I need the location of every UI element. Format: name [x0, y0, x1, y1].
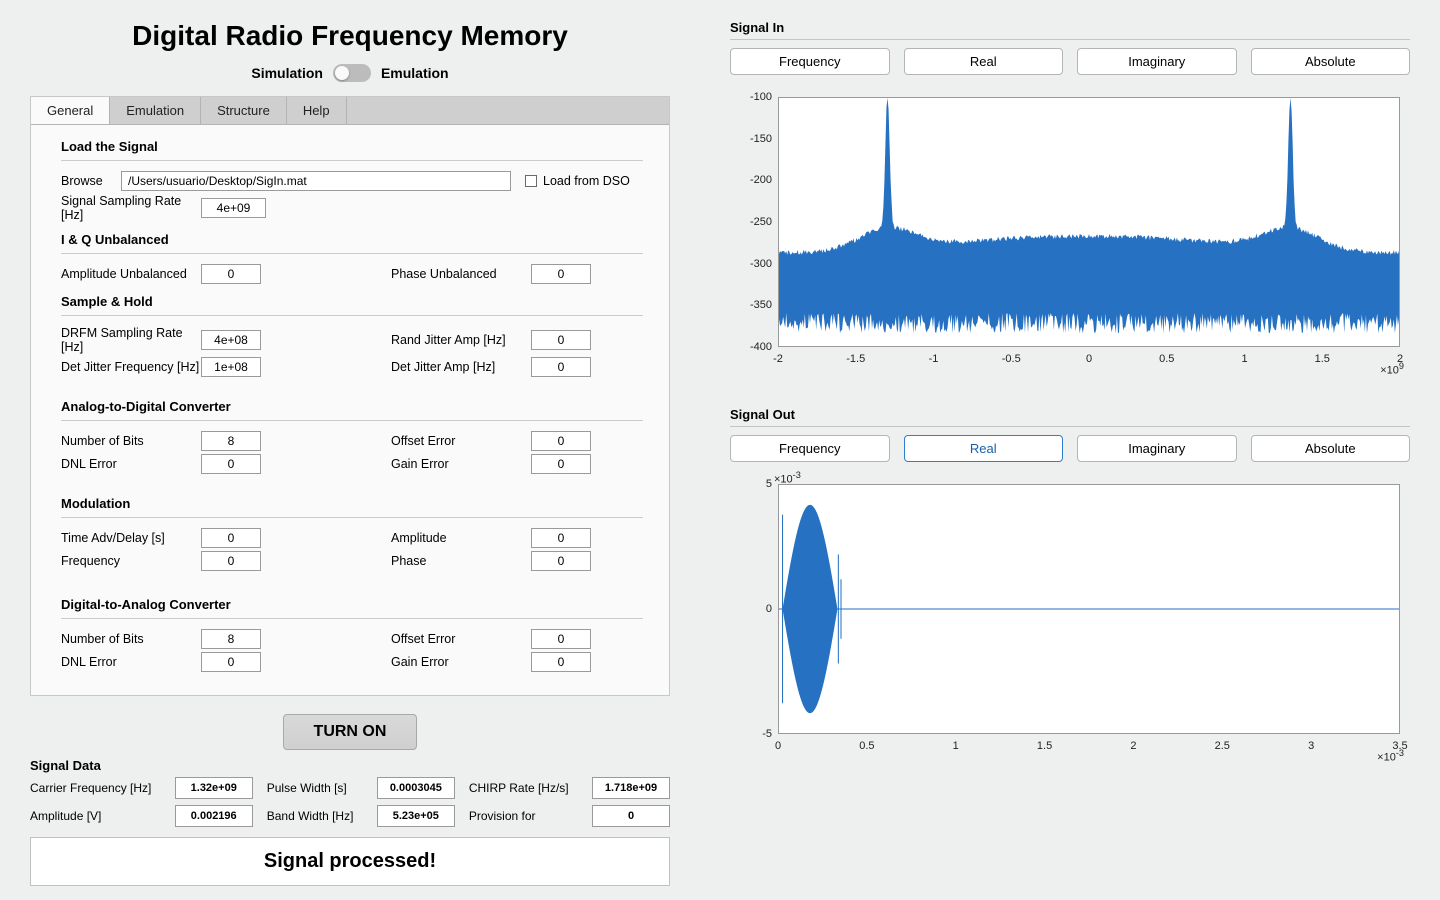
- adc-gain-label: Gain Error: [391, 457, 531, 471]
- signal-srate-input[interactable]: [201, 198, 266, 218]
- mod-amp-input[interactable]: [531, 528, 591, 548]
- sh-dsr-label: DRFM Sampling Rate [Hz]: [61, 326, 201, 354]
- section-iq-title: I & Q Unbalanced: [61, 232, 643, 247]
- sd-amp-label: Amplitude [V]: [30, 809, 161, 823]
- adc-gain-input[interactable]: [531, 454, 591, 474]
- tab-spacer: [347, 97, 669, 124]
- section-mod-title: Modulation: [61, 496, 643, 511]
- adc-dnl-label: DNL Error: [61, 457, 201, 471]
- dac-off-label: Offset Error: [391, 632, 531, 646]
- adc-bits-input[interactable]: [201, 431, 261, 451]
- sigout-btn-frequency[interactable]: Frequency: [730, 435, 890, 462]
- sd-prov-label: Provision for: [469, 809, 578, 823]
- sigout-btn-real[interactable]: Real: [904, 435, 1064, 462]
- adc-dnl-input[interactable]: [201, 454, 261, 474]
- dac-bits-label: Number of Bits: [61, 632, 201, 646]
- signal-in-title: Signal In: [730, 20, 1410, 35]
- sigout-btn-imaginary[interactable]: Imaginary: [1077, 435, 1237, 462]
- sd-chirp-label: CHIRP Rate [Hz/s]: [469, 781, 578, 795]
- adc-off-label: Offset Error: [391, 434, 531, 448]
- sh-djf-label: Det Jitter Frequency [Hz]: [61, 360, 201, 374]
- mod-phase-label: Phase: [391, 554, 531, 568]
- signal-path-input[interactable]: [121, 171, 511, 191]
- signal-out-plot: ×10-3 ×10-3 -50500.511.522.533.5: [730, 474, 1410, 764]
- sh-djf-input[interactable]: [201, 357, 261, 377]
- sigin-btn-imaginary[interactable]: Imaginary: [1077, 48, 1237, 75]
- mod-freq-label: Frequency: [61, 554, 201, 568]
- adc-off-input[interactable]: [531, 431, 591, 451]
- mode-emulation-label: Emulation: [381, 65, 449, 81]
- main-tabs: General Emulation Structure Help Load th…: [30, 96, 670, 696]
- adc-bits-label: Number of Bits: [61, 434, 201, 448]
- sigout-btn-absolute[interactable]: Absolute: [1251, 435, 1411, 462]
- mode-toggle[interactable]: [333, 64, 371, 82]
- iq-phase-input[interactable]: [531, 264, 591, 284]
- sd-bw-value: 5.23e+05: [377, 805, 455, 827]
- turn-on-button[interactable]: TURN ON: [283, 714, 418, 750]
- status-bar: Signal processed!: [30, 837, 670, 886]
- mod-freq-input[interactable]: [201, 551, 261, 571]
- tab-help[interactable]: Help: [287, 97, 347, 124]
- iq-amp-input[interactable]: [201, 264, 261, 284]
- mod-time-label: Time Adv/Delay [s]: [61, 531, 201, 545]
- sd-cf-value: 1.32e+09: [175, 777, 253, 799]
- page-title: Digital Radio Frequency Memory: [30, 20, 670, 52]
- sd-prov-value: 0: [592, 805, 670, 827]
- section-dac-title: Digital-to-Analog Converter: [61, 597, 643, 612]
- section-adc-title: Analog-to-Digital Converter: [61, 399, 643, 414]
- section-sh-title: Sample & Hold: [61, 294, 643, 309]
- sd-pw-label: Pulse Width [s]: [267, 781, 363, 795]
- sigin-btn-frequency[interactable]: Frequency: [730, 48, 890, 75]
- tab-emulation[interactable]: Emulation: [110, 97, 201, 124]
- section-load-title: Load the Signal: [61, 139, 643, 154]
- sh-dja-input[interactable]: [531, 357, 591, 377]
- dac-bits-input[interactable]: [201, 629, 261, 649]
- sd-cf-label: Carrier Frequency [Hz]: [30, 781, 161, 795]
- load-dso-checkbox[interactable]: [525, 175, 537, 187]
- sd-pw-value: 0.0003045: [377, 777, 455, 799]
- signal-data-title: Signal Data: [30, 758, 670, 773]
- browse-label[interactable]: Browse: [61, 174, 121, 188]
- dac-gain-input[interactable]: [531, 652, 591, 672]
- signal-out-title: Signal Out: [730, 407, 1410, 422]
- signal-srate-label: Signal Sampling Rate [Hz]: [61, 194, 201, 222]
- tab-general[interactable]: General: [31, 97, 110, 124]
- dac-gain-label: Gain Error: [391, 655, 531, 669]
- mod-time-input[interactable]: [201, 528, 261, 548]
- sd-chirp-value: 1.718e+09: [592, 777, 670, 799]
- sigin-btn-absolute[interactable]: Absolute: [1251, 48, 1411, 75]
- sh-dja-label: Det Jitter Amp [Hz]: [391, 360, 531, 374]
- tab-structure[interactable]: Structure: [201, 97, 287, 124]
- sd-bw-label: Band Width [Hz]: [267, 809, 363, 823]
- sd-amp-value: 0.002196: [175, 805, 253, 827]
- signal-data-grid: Carrier Frequency [Hz] 1.32e+09 Pulse Wi…: [30, 777, 670, 827]
- iq-phase-label: Phase Unbalanced: [391, 267, 531, 281]
- load-dso-label: Load from DSO: [543, 174, 630, 188]
- mod-amp-label: Amplitude: [391, 531, 531, 545]
- sh-rja-input[interactable]: [531, 330, 591, 350]
- dac-off-input[interactable]: [531, 629, 591, 649]
- dac-dnl-input[interactable]: [201, 652, 261, 672]
- sh-rja-label: Rand Jitter Amp [Hz]: [391, 333, 531, 347]
- sigin-btn-real[interactable]: Real: [904, 48, 1064, 75]
- dac-dnl-label: DNL Error: [61, 655, 201, 669]
- sh-dsr-input[interactable]: [201, 330, 261, 350]
- signal-in-plot: ×109 -100-150-200-250-300-350-400-2-1.5-…: [730, 87, 1410, 377]
- iq-amp-label: Amplitude Unbalanced: [61, 267, 201, 281]
- mode-simulation-label: Simulation: [251, 65, 323, 81]
- mod-phase-input[interactable]: [531, 551, 591, 571]
